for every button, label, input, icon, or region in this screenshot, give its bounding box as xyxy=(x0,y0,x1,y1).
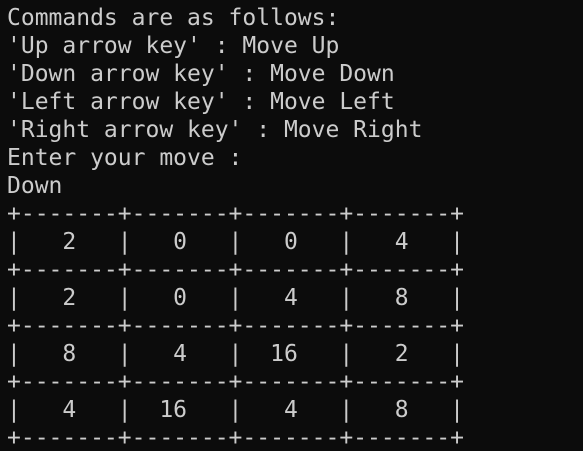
board-row-4: | 4 | 16 | 4 | 8 | xyxy=(7,397,464,423)
board-separator: +-------+-------+-------+-------+ xyxy=(7,425,464,451)
command-up: 'Up arrow key' : Move Up xyxy=(7,33,340,59)
board-row-2: | 2 | 0 | 4 | 8 | xyxy=(7,285,464,311)
commands-heading: Commands are as follows: xyxy=(7,5,340,31)
game-board: +-------+-------+-------+-------+ | 2 | … xyxy=(7,200,583,451)
board-separator: +-------+-------+-------+-------+ xyxy=(7,201,464,227)
board-row-3: | 8 | 4 | 16 | 2 | xyxy=(7,341,464,367)
user-input-move: Down xyxy=(7,173,63,199)
board-separator: +-------+-------+-------+-------+ xyxy=(7,369,464,395)
board-separator: +-------+-------+-------+-------+ xyxy=(7,313,464,339)
move-prompt: Enter your move : xyxy=(7,145,243,171)
command-left: 'Left arrow key' : Move Left xyxy=(7,89,395,115)
board-separator: +-------+-------+-------+-------+ xyxy=(7,257,464,283)
board-row-1: | 2 | 0 | 0 | 4 | xyxy=(7,229,464,255)
command-right: 'Right arrow key' : Move Right xyxy=(7,117,423,143)
terminal-window[interactable]: Commands are as follows: 'Up arrow key' … xyxy=(0,0,583,451)
command-down: 'Down arrow key' : Move Down xyxy=(7,61,395,87)
